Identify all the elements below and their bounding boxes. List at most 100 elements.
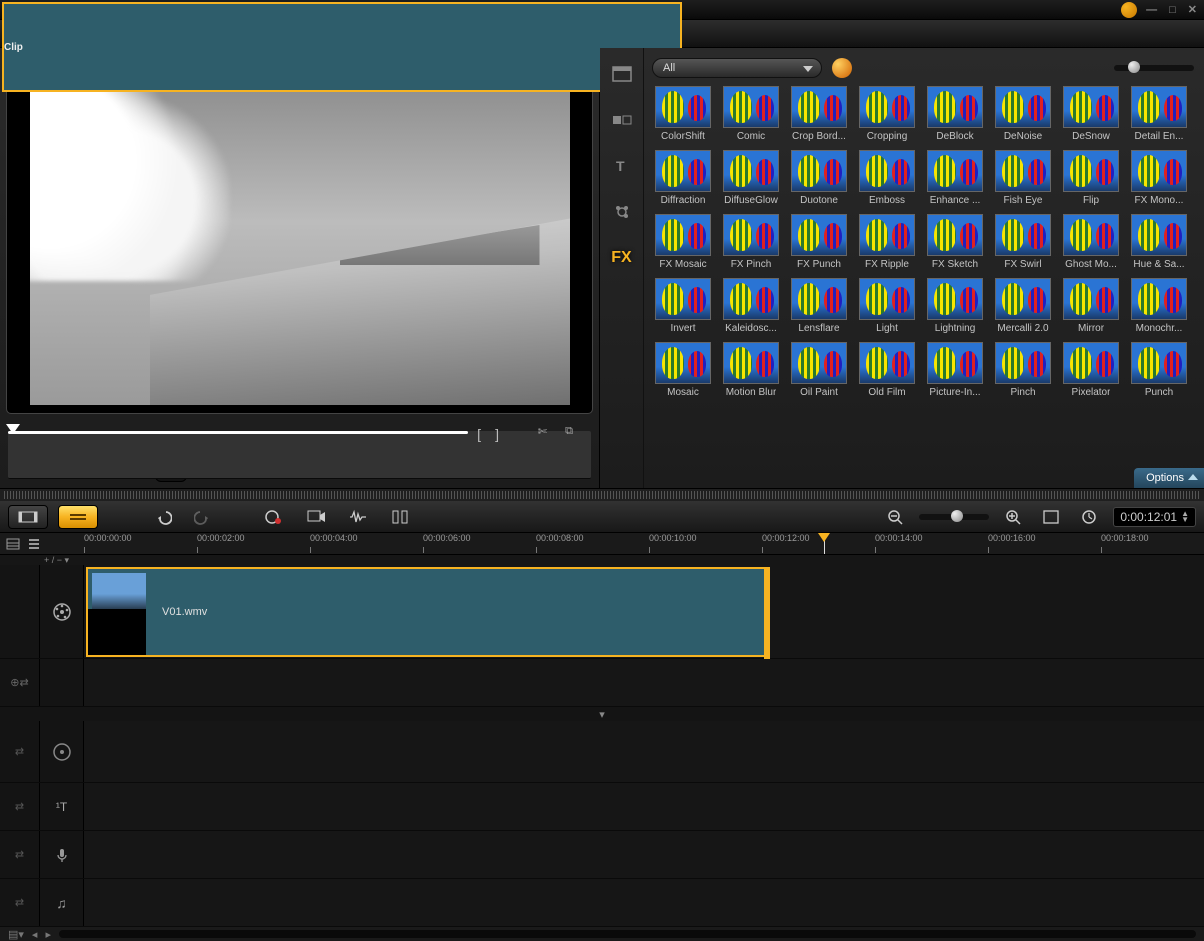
voice-track-icon[interactable] — [40, 831, 84, 878]
effect-thumb[interactable]: Pixelator — [1060, 342, 1122, 398]
effect-thumb[interactable]: FX Pinch — [720, 214, 782, 270]
video-track-body[interactable]: V01.wmv — [84, 565, 1204, 658]
overlay-track-icon[interactable] — [40, 721, 84, 782]
audio-mixer-button[interactable] — [342, 507, 374, 527]
project-duration[interactable]: 0:00:12:01 ▲▼ — [1113, 507, 1196, 527]
video-track-icon[interactable] — [40, 565, 84, 658]
timeline-view-button[interactable] — [58, 505, 98, 529]
title-track-body[interactable] — [84, 783, 1204, 830]
track-height-toggle[interactable]: + / − ▾ — [0, 555, 1204, 565]
timeline-zoom-slider[interactable] — [919, 514, 989, 520]
help-orb-icon[interactable] — [1121, 2, 1137, 18]
effect-thumb[interactable]: Mirror — [1060, 278, 1122, 334]
effect-thumb[interactable]: FX Swirl — [992, 214, 1054, 270]
effect-thumb[interactable]: Comic — [720, 86, 782, 142]
effect-thumb[interactable]: Picture-In... — [924, 342, 986, 398]
music-link-icon[interactable]: ⇄ — [0, 879, 40, 926]
link-icon[interactable]: ⊕⇄ — [0, 659, 40, 706]
redo-button[interactable] — [188, 506, 218, 528]
library-filter-dropdown[interactable]: All — [652, 58, 822, 78]
effect-thumb[interactable]: Crop Bord... — [788, 86, 850, 142]
effect-thumb[interactable]: Oil Paint — [788, 342, 850, 398]
media-tab-icon[interactable] — [610, 62, 634, 86]
effect-thumb[interactable]: Cropping — [856, 86, 918, 142]
preview-viewer[interactable] — [6, 62, 593, 414]
slider-knob-icon[interactable] — [1128, 61, 1140, 73]
voice-link-icon[interactable]: ⇄ — [0, 831, 40, 878]
tracklist-list-icon[interactable] — [26, 538, 40, 550]
effect-thumb[interactable]: Duotone — [788, 150, 850, 206]
effect-thumb[interactable]: DeNoise — [992, 86, 1054, 142]
thumbnail-zoom-slider[interactable] — [1114, 65, 1194, 71]
fx-tab-icon[interactable]: FX — [610, 246, 634, 270]
effect-thumb[interactable]: Lightning — [924, 278, 986, 334]
effect-thumb[interactable]: Monochr... — [1128, 278, 1190, 334]
effect-thumb[interactable]: Kaleidosc... — [720, 278, 782, 334]
effect-thumb[interactable]: Punch — [1128, 342, 1190, 398]
duration-spinner[interactable]: ▲▼ — [1181, 511, 1189, 523]
fit-project-button[interactable] — [1037, 508, 1065, 526]
effect-thumb[interactable]: Fish Eye — [992, 150, 1054, 206]
mark-in-icon[interactable]: [ — [477, 426, 481, 442]
scrubber-head-icon[interactable] — [6, 424, 20, 434]
timeline-ruler[interactable]: 00:00:00:0000:00:02:0000:00:04:0000:00:0… — [84, 533, 1204, 554]
mark-out-icon[interactable]: ] — [495, 426, 499, 442]
title-track-icon[interactable]: ¹T — [40, 783, 84, 830]
playhead-icon[interactable] — [824, 533, 825, 554]
close-button[interactable]: ✕ — [1185, 3, 1200, 16]
batch-convert-button[interactable] — [300, 507, 332, 527]
cut-icon[interactable]: ✄ — [538, 425, 547, 438]
effect-thumb[interactable]: Emboss — [856, 150, 918, 206]
library-options-icon[interactable] — [832, 58, 852, 78]
scrubber[interactable]: [ ] ✄ ⧉ — [8, 422, 591, 444]
undo-button[interactable] — [148, 506, 178, 528]
effect-thumb[interactable]: DiffuseGlow — [720, 150, 782, 206]
minimize-button[interactable]: — — [1143, 4, 1160, 16]
effect-thumb[interactable]: Hue & Sa... — [1128, 214, 1190, 270]
record-button[interactable] — [258, 506, 290, 528]
graphic-tab-icon[interactable] — [610, 200, 634, 224]
project-duration-icon[interactable] — [1075, 507, 1103, 527]
effect-thumb[interactable]: Flip — [1060, 150, 1122, 206]
effect-thumb[interactable]: Light — [856, 278, 918, 334]
maximize-button[interactable]: □ — [1166, 4, 1179, 16]
effect-thumb[interactable]: Detail En... — [1128, 86, 1190, 142]
effect-thumb[interactable]: FX Mono... — [1128, 150, 1190, 206]
effect-thumb[interactable]: Ghost Mo... — [1060, 214, 1122, 270]
zoom-in-button[interactable] — [999, 507, 1027, 527]
zoom-out-button[interactable] — [881, 507, 909, 527]
voice-track-body[interactable] — [84, 831, 1204, 878]
chapter-button[interactable] — [384, 507, 416, 527]
effect-thumb[interactable]: DeSnow — [1060, 86, 1122, 142]
options-panel-button[interactable]: Options — [1134, 468, 1204, 488]
music-track-icon[interactable]: ♫ — [40, 879, 84, 926]
effect-thumb[interactable]: Mercalli 2.0 — [992, 278, 1054, 334]
effect-thumb[interactable]: FX Punch — [788, 214, 850, 270]
overlay-link-icon[interactable]: ⇄ — [0, 721, 40, 782]
effect-thumb[interactable]: Motion Blur — [720, 342, 782, 398]
overlay-track-body[interactable] — [84, 721, 1204, 782]
effect-thumb[interactable]: FX Sketch — [924, 214, 986, 270]
panel-grip[interactable] — [4, 491, 1200, 499]
effect-thumb[interactable]: Lensflare — [788, 278, 850, 334]
storyboard-view-button[interactable] — [8, 505, 48, 529]
music-track-body[interactable] — [84, 879, 1204, 926]
title-tab-icon[interactable]: T — [610, 154, 634, 178]
timeline-clip[interactable]: V01.wmv — [86, 567, 766, 657]
effect-thumb[interactable]: Diffraction — [652, 150, 714, 206]
effect-thumb[interactable]: FX Mosaic — [652, 214, 714, 270]
tracklist-toggle-icon[interactable] — [6, 538, 20, 550]
effect-thumb[interactable]: Invert — [652, 278, 714, 334]
clip-trim-handle[interactable] — [764, 567, 770, 661]
effect-thumb[interactable]: FX Ripple — [856, 214, 918, 270]
effect-thumb[interactable]: Pinch — [992, 342, 1054, 398]
effect-thumb[interactable]: ColorShift — [652, 86, 714, 142]
split-icon[interactable]: ⧉ — [565, 425, 573, 438]
title-link-icon[interactable]: ⇄ — [0, 783, 40, 830]
effect-thumb[interactable]: Enhance ... — [924, 150, 986, 206]
effect-thumb[interactable]: Mosaic — [652, 342, 714, 398]
track-expand[interactable]: ▾ — [0, 707, 1204, 721]
effect-thumb[interactable]: DeBlock — [924, 86, 986, 142]
transition-tab-icon[interactable] — [610, 108, 634, 132]
effect-thumb[interactable]: Old Film — [856, 342, 918, 398]
